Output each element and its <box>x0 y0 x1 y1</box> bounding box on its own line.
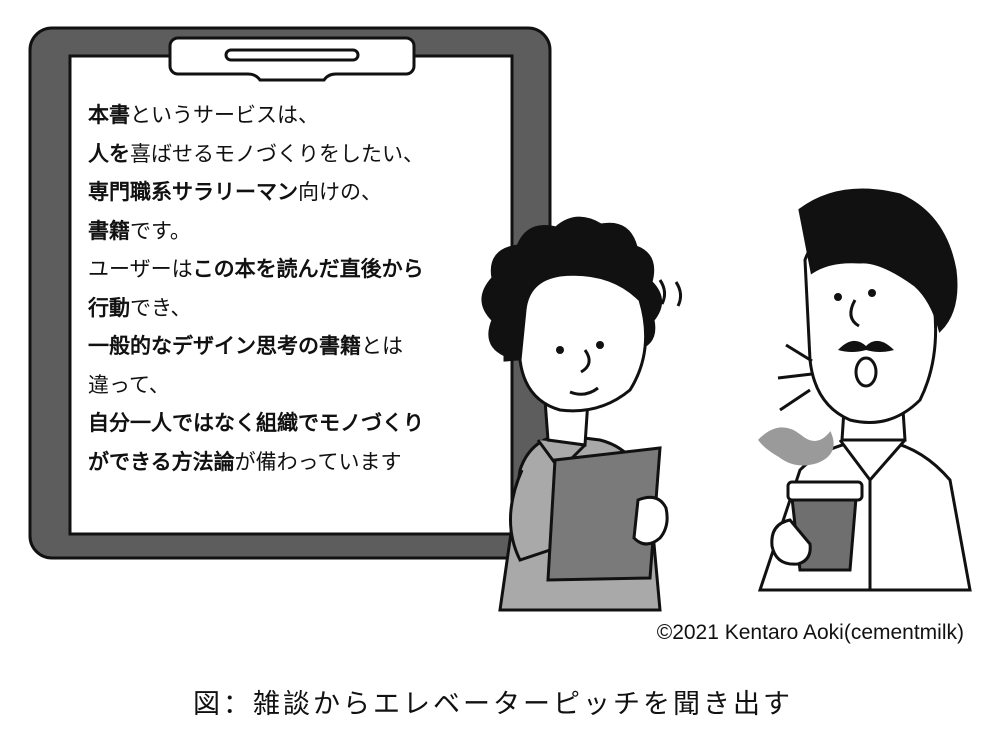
board-line-bold: この本を読んだ直後から <box>192 257 424 281</box>
board-line: 書籍です。 <box>88 212 508 251</box>
board-line-regular: 向けの、 <box>298 180 382 204</box>
board-line-bold: 専門職系サラリーマン <box>88 180 298 204</box>
board-line: ができる方法論が備わっています <box>88 443 508 482</box>
board-line-bold: ができる方法論 <box>88 449 235 474</box>
figure-caption: 図：雑談からエレベーターピッチを聞き出す <box>193 689 793 720</box>
copyright-credit: ©2021 Kentaro Aoki(cementmilk) <box>656 621 964 644</box>
steam-icon <box>758 427 834 466</box>
woman-motion-lines <box>658 279 683 307</box>
board-line-bold: 本書 <box>88 103 130 127</box>
coffee-cup-lid <box>786 480 864 502</box>
woman-hand <box>632 495 669 546</box>
board-line-bold: 人を <box>88 141 130 166</box>
board-line: 自分一人ではなく組織でモノづくり <box>88 404 508 443</box>
board-line: 行動でき、 <box>88 289 508 328</box>
board-text: 本書というサービスは、 人を喜ばせるモノづくりをしたい、 専門職系サラリーマン向… <box>88 96 508 481</box>
board-line: 違って、 <box>88 366 508 405</box>
board-line: ユーザーはこの本を読んだ直後から <box>88 250 508 289</box>
man-figure <box>757 188 972 592</box>
board-line: 本書というサービスは、 <box>88 96 508 135</box>
woman-eye-right <box>596 341 604 349</box>
man-surprise-lines <box>777 343 813 412</box>
board-line-bold: 自分一人ではなく組織でモノづくり <box>88 411 424 435</box>
man-mouth <box>854 356 878 388</box>
board-clip-slot <box>224 48 360 62</box>
board-line-regular: というサービスは、 <box>130 103 319 127</box>
board-line: 人を喜ばせるモノづくりをしたい、 <box>88 135 508 174</box>
board-line: 専門職系サラリーマン向けの、 <box>88 173 508 212</box>
board-line-bold: 一般的なデザイン思考の書籍 <box>88 334 361 358</box>
board-line-regular: ユーザーは <box>88 257 193 281</box>
board-line-regular: とは <box>361 334 403 358</box>
woman-face <box>518 272 648 413</box>
board-line-regular: でき、 <box>130 295 192 320</box>
board-line-regular: 違って、 <box>88 372 170 397</box>
board-line-regular: 喜ばせるモノづくりをしたい、 <box>130 141 424 166</box>
board-line-regular: が備わっています <box>234 449 402 474</box>
board-line-regular: です。 <box>130 218 191 243</box>
woman-eye-left <box>556 346 564 354</box>
man-eye-left <box>834 293 842 301</box>
man-eye-right <box>868 289 876 297</box>
board-line-bold: 書籍 <box>88 218 130 243</box>
board-line: 一般的なデザイン思考の書籍とは <box>88 327 508 366</box>
board-line-bold: 行動 <box>88 295 130 320</box>
